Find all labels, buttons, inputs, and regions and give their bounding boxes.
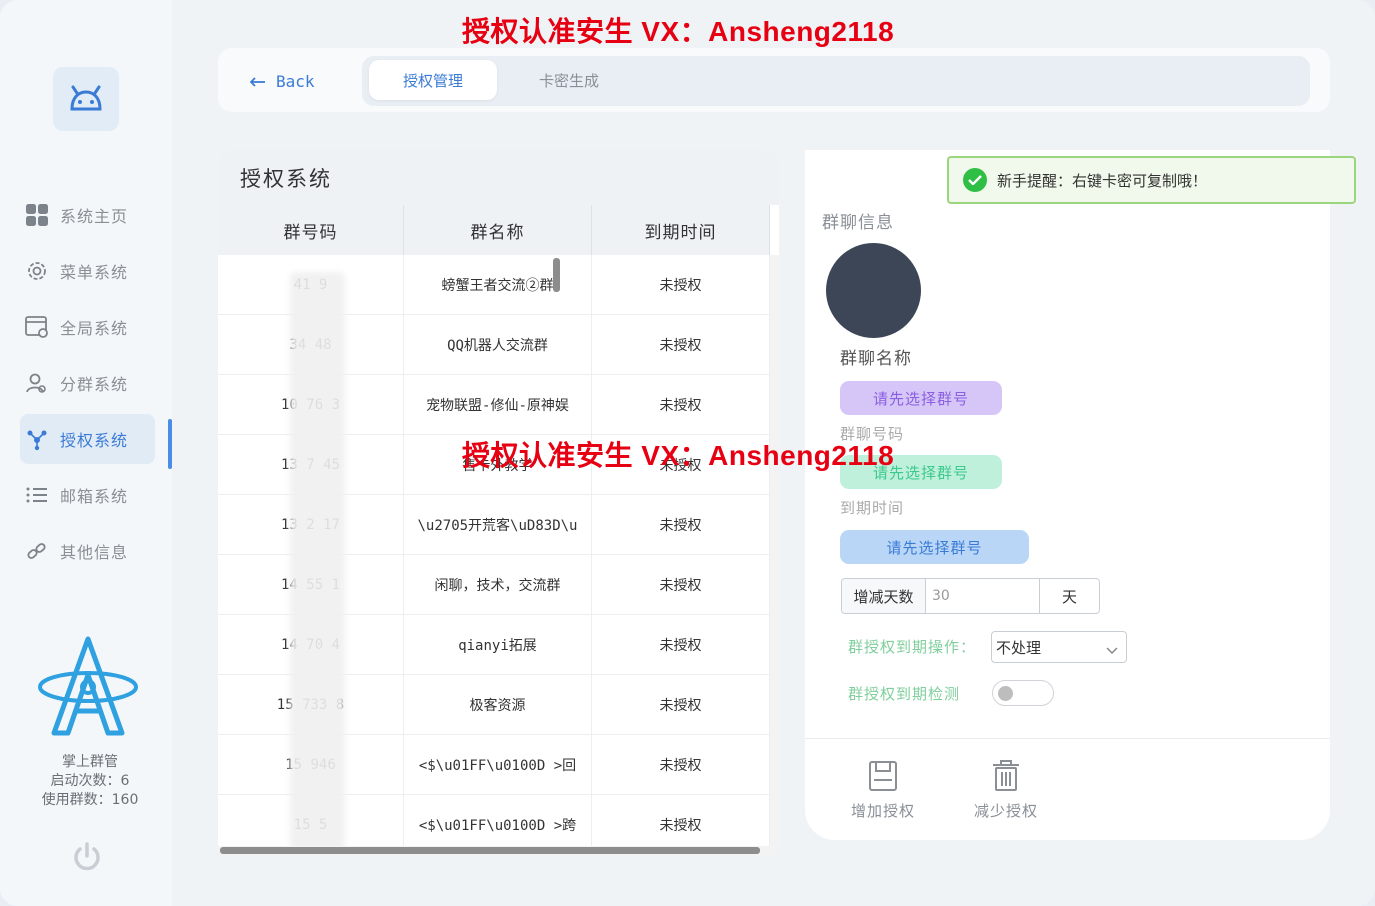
group-avatar [826, 243, 921, 338]
column-header-name[interactable]: 群名称 [404, 205, 592, 255]
select-group-button-name[interactable]: 请先选择群号 [840, 381, 1002, 415]
cell-expiry: 未授权 [592, 495, 770, 554]
horizontal-scroll-thumb[interactable] [220, 847, 760, 854]
group-info-title: 群聊信息 [822, 213, 894, 233]
sidebar-item-auth[interactable]: 授权系统 [20, 414, 155, 464]
column-header-id[interactable]: 群号码 [218, 205, 404, 255]
add-auth-button[interactable]: 增加授权 [843, 760, 923, 821]
cell-expiry: 未授权 [592, 255, 770, 314]
tab-card-generate[interactable]: 卡密生成 [505, 60, 633, 100]
sidebar-item-label: 全局系统 [60, 319, 129, 338]
grid-icon [24, 202, 50, 228]
window-settings-icon [24, 314, 50, 340]
days-input[interactable] [926, 579, 1039, 613]
sidebar-item-menu[interactable]: 菜单系统 [20, 246, 172, 296]
sidebar-nav: 系统主页 菜单系统 全局系统 分群系统 授权系统 邮箱系统 其他信息 [20, 190, 172, 582]
list-icon [24, 482, 50, 508]
auth-table-panel: 授权系统 群号码 群名称 到期时间 41 9 螃蟹王者交流②群 未授权 34 4… [218, 150, 779, 856]
network-icon [24, 426, 50, 452]
cell-group-name: \u2705开荒客\uD83D\u [404, 495, 592, 554]
cell-expiry: 未授权 [592, 555, 770, 614]
expiry-label: 到期时间 [840, 499, 905, 517]
save-icon [869, 761, 897, 791]
sidebar-item-label: 分群系统 [60, 375, 129, 394]
trash-icon [993, 760, 1019, 791]
days-stepper: 增减天数 天 [841, 578, 1100, 614]
tip-toast: 新手提醒：右键卡密可复制哦！ [947, 156, 1356, 204]
expire-action-select[interactable]: 不处理 [991, 631, 1127, 663]
sidebar-item-home[interactable]: 系统主页 [20, 190, 172, 240]
cell-expiry: 未授权 [592, 675, 770, 734]
sidebar-item-label: 系统主页 [60, 207, 129, 226]
users-icon [24, 370, 50, 396]
brand-a-icon [38, 636, 138, 736]
group-name-label: 群聊名称 [840, 349, 912, 369]
cell-group-name: QQ机器人交流群 [404, 315, 592, 374]
vertical-scrollbar[interactable] [770, 255, 779, 856]
sidebar-item-global[interactable]: 全局系统 [20, 302, 172, 352]
link-icon [24, 538, 50, 564]
brand-info: 掌上群管 启动次数：6 使用群数：160 [20, 753, 160, 810]
app-window: 系统主页 菜单系统 全局系统 分群系统 授权系统 邮箱系统 其他信息 掌上群管 … [0, 0, 1375, 906]
tab-auth-manage[interactable]: 授权管理 [369, 60, 497, 100]
launch-count: 启动次数：6 [50, 773, 130, 789]
add-auth-label: 增加授权 [850, 802, 915, 820]
active-indicator [168, 419, 172, 469]
cell-group-name: 宠物联盟-修仙-原神娱 [404, 375, 592, 434]
sidebar-item-label: 邮箱系统 [60, 487, 129, 506]
app-name: 掌上群管 [62, 754, 118, 770]
sidebar-item-group[interactable]: 分群系统 [20, 358, 172, 408]
sidebar-item-other[interactable]: 其他信息 [20, 526, 172, 576]
action-divider [805, 738, 1330, 739]
expire-check-toggle[interactable] [992, 680, 1054, 706]
days-label: 增减天数 [842, 579, 926, 613]
panel-title: 授权系统 [218, 150, 779, 205]
expire-check-label: 群授权到期检测 [848, 685, 961, 703]
group-count: 使用群数：160 [41, 792, 139, 808]
sidebar-item-mail[interactable]: 邮箱系统 [20, 470, 172, 520]
chevron-down-icon [1106, 641, 1118, 659]
cell-group-name: qianyi拓展 [404, 615, 592, 674]
sidebar-item-label: 授权系统 [60, 431, 129, 450]
expire-action-value: 不处理 [996, 638, 1042, 657]
check-circle-icon [963, 168, 987, 192]
cell-group-name: 极客资源 [404, 675, 592, 734]
cell-expiry: 未授权 [592, 735, 770, 794]
toggle-knob [998, 686, 1013, 701]
expire-action-label: 群授权到期操作： [848, 638, 977, 656]
android-icon [70, 85, 102, 111]
sidebar-item-label: 菜单系统 [60, 263, 129, 282]
brand-logo [36, 635, 140, 739]
table-header: 群号码 群名称 到期时间 [218, 205, 770, 255]
days-unit: 天 [1039, 579, 1099, 613]
cell-expiry: 未授权 [592, 375, 770, 434]
android-logo [53, 67, 119, 131]
cell-group-name: 螃蟹王者交流②群 [404, 255, 592, 314]
back-button[interactable]: Back [249, 67, 315, 95]
toast-text: 新手提醒：右键卡密可复制哦！ [997, 171, 1208, 190]
redaction-blur [290, 272, 345, 852]
cell-group-name: 闲聊，技术，交流群 [404, 555, 592, 614]
cell-expiry: 未授权 [592, 315, 770, 374]
remove-auth-label: 减少授权 [973, 802, 1038, 820]
vertical-scroll-thumb[interactable] [553, 258, 560, 292]
column-header-expiry[interactable]: 到期时间 [592, 205, 770, 255]
power-icon [74, 842, 100, 871]
sidebar-item-label: 其他信息 [60, 543, 129, 562]
remove-auth-button[interactable]: 减少授权 [966, 760, 1046, 821]
back-label: Back [276, 71, 315, 91]
arrow-left-icon [249, 72, 266, 91]
watermark-top: 授权认准安生 VX：Ansheng2118 [462, 16, 895, 47]
watermark-center: 授权认准安生 VX：Ansheng2118 [462, 440, 895, 471]
gear-icon [24, 258, 50, 284]
power-button[interactable] [70, 840, 104, 874]
select-group-button-expiry[interactable]: 请先选择群号 [840, 530, 1029, 564]
cell-group-name: <$\u01FF\u0100D >回 [404, 735, 592, 794]
cell-expiry: 未授权 [592, 615, 770, 674]
